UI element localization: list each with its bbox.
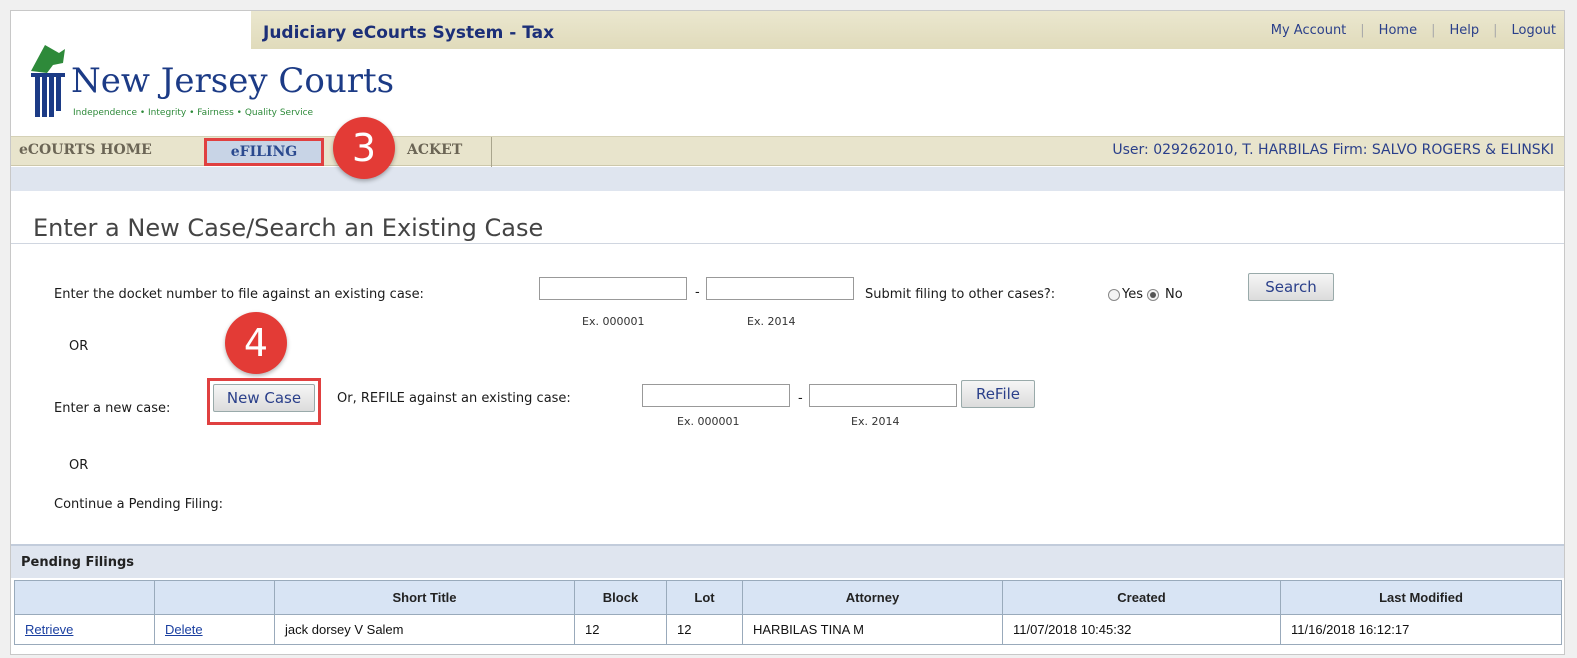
logo-text: New Jersey Courts (71, 61, 395, 101)
docket-number-hint: Ex. 000001 (582, 315, 645, 328)
column-header-block: Block (574, 580, 667, 615)
main-nav: eCOURTS HOME eFILING ACKET User: 0292620… (11, 136, 1564, 167)
yes-radio[interactable] (1108, 289, 1120, 301)
top-links: My Account | Home | Help | Logout (1271, 23, 1556, 38)
step-3-annotation: 3 (333, 117, 395, 179)
retrieve-cell: Retrieve (14, 614, 155, 645)
separator: | (1360, 23, 1365, 38)
column-header-created: Created (1002, 580, 1281, 615)
column-header-short-title: Short Title (274, 580, 575, 615)
logout-link[interactable]: Logout (1511, 23, 1556, 38)
app-window: Judiciary eCourts System - Tax My Accoun… (10, 10, 1565, 655)
pending-filings-table: Short Title Block Lot Attorney Created L… (14, 580, 1562, 645)
retrieve-link[interactable]: Retrieve (25, 622, 73, 637)
logo-tagline: Independence • Integrity • Fairness • Qu… (73, 108, 314, 118)
table-row: Retrieve Delete jack dorsey V Salem 12 1… (14, 614, 1562, 645)
attorney-cell: HARBILAS TINA M (742, 614, 1003, 645)
short-title-cell: jack dorsey V Salem (274, 614, 575, 645)
tab-ecourts-home[interactable]: eCOURTS HOME (19, 142, 152, 158)
column-header (154, 580, 275, 615)
refile-label: Or, REFILE against an existing case: (337, 391, 571, 406)
tab-divider (491, 137, 492, 167)
refile-button[interactable]: ReFile (961, 380, 1035, 408)
refile-docket-number-input[interactable] (642, 384, 790, 407)
tab-efiling[interactable]: eFILING (204, 138, 324, 166)
submit-other-cases-label: Submit filing to other cases?: (865, 287, 1056, 302)
delete-link[interactable]: Delete (165, 622, 203, 637)
my-account-link[interactable]: My Account (1271, 23, 1347, 38)
step-4-annotation: 4 (225, 312, 287, 374)
help-link[interactable]: Help (1449, 23, 1479, 38)
or-label: OR (69, 458, 89, 473)
docket-number-input[interactable] (539, 277, 687, 300)
divider (11, 243, 1564, 244)
dash-separator: - (695, 285, 700, 300)
created-cell: 11/07/2018 10:45:32 (1002, 614, 1281, 645)
new-case-label: Enter a new case: (54, 401, 171, 416)
lot-cell: 12 (666, 614, 743, 645)
no-radio[interactable] (1147, 289, 1159, 301)
separator: | (1493, 23, 1498, 38)
docket-year-hint: Ex. 2014 (747, 315, 796, 328)
yes-label: Yes (1122, 287, 1143, 302)
column-header-lot: Lot (666, 580, 743, 615)
search-button[interactable]: Search (1248, 273, 1334, 301)
nj-courts-logo-icon (31, 45, 65, 117)
pending-filings-header: Pending Filings (11, 544, 1564, 578)
separator: | (1431, 23, 1436, 38)
docket-search-label: Enter the docket number to file against … (54, 287, 424, 302)
delete-cell: Delete (154, 614, 275, 645)
column-header (14, 580, 155, 615)
or-label: OR (69, 339, 89, 354)
sub-nav-band (11, 167, 1564, 191)
tab-docket[interactable]: ACKET (407, 142, 462, 158)
page-title: Enter a New Case/Search an Existing Case (33, 214, 544, 242)
refile-docket-year-input[interactable] (809, 384, 957, 407)
home-link[interactable]: Home (1379, 23, 1417, 38)
block-cell: 12 (574, 614, 667, 645)
column-header-attorney: Attorney (742, 580, 1003, 615)
docket-year-input[interactable] (706, 277, 854, 300)
table-header-row: Short Title Block Lot Attorney Created L… (14, 580, 1562, 615)
column-header-last-modified: Last Modified (1280, 580, 1562, 615)
dash-separator: - (798, 391, 803, 406)
no-label: No (1165, 287, 1183, 302)
user-info: User: 029262010, T. HARBILAS Firm: SALVO… (1112, 142, 1554, 158)
refile-year-hint: Ex. 2014 (851, 415, 900, 428)
new-case-button[interactable]: New Case (213, 384, 315, 412)
refile-number-hint: Ex. 000001 (677, 415, 740, 428)
continue-pending-label: Continue a Pending Filing: (54, 497, 224, 512)
last-modified-cell: 11/16/2018 16:12:17 (1280, 614, 1562, 645)
system-title: Judiciary eCourts System - Tax (263, 23, 555, 43)
